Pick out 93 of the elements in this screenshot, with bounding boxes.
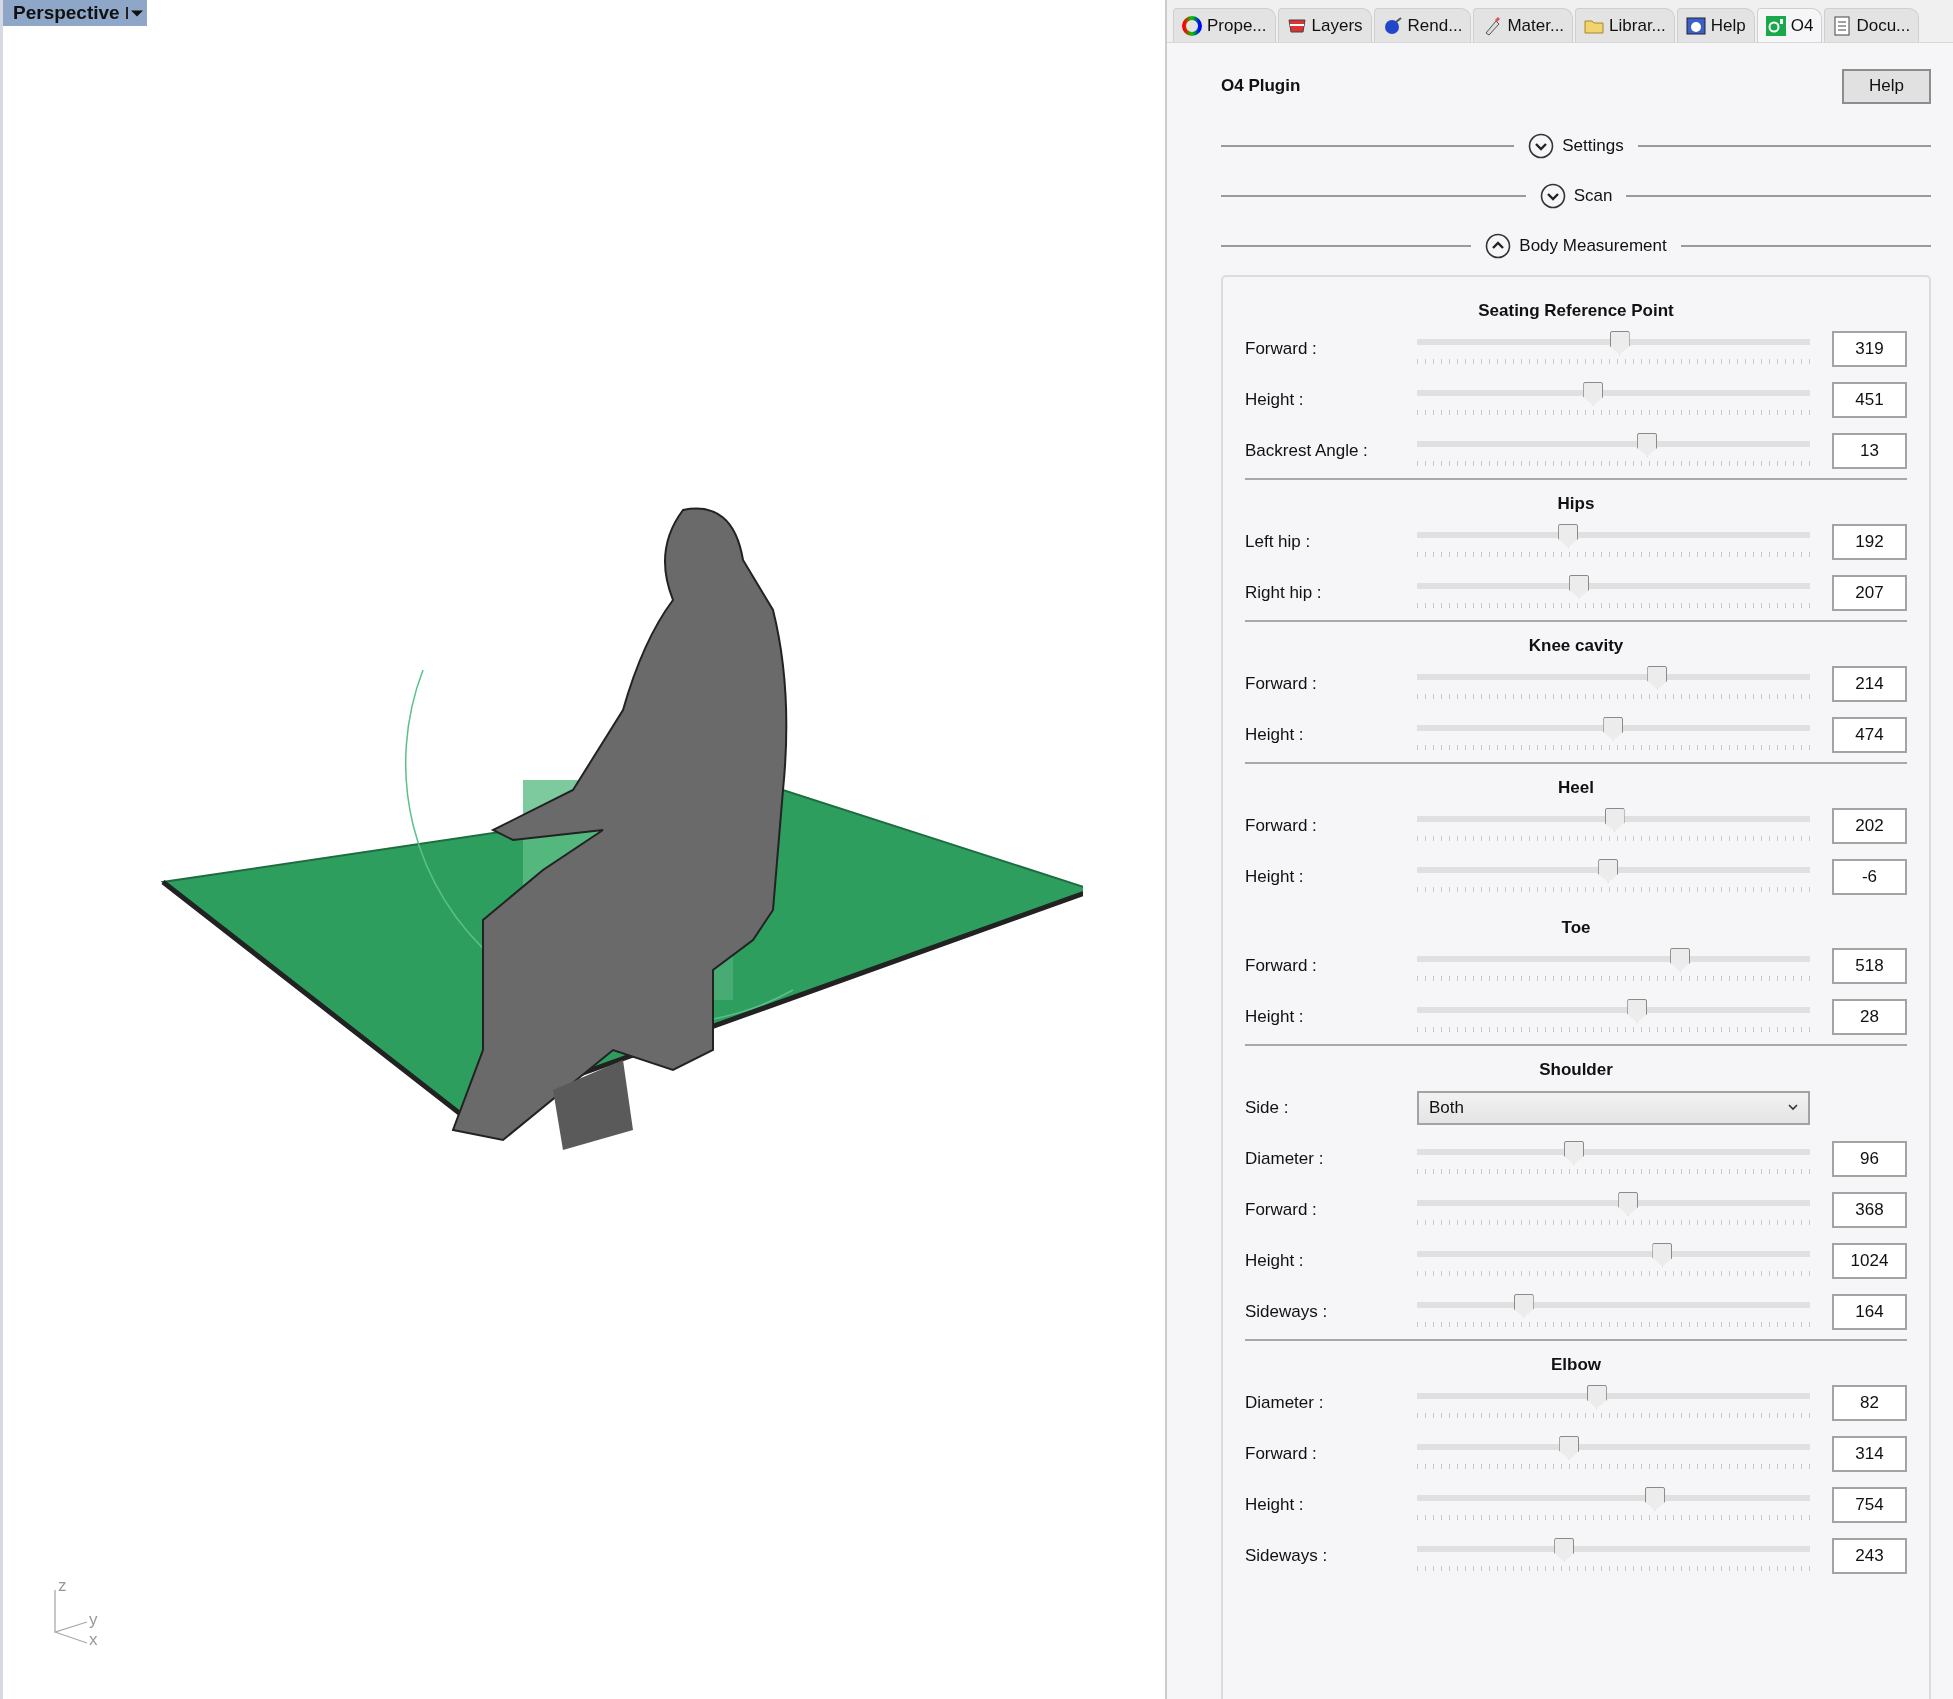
field-label: Forward : xyxy=(1245,955,1318,976)
value-field[interactable]: 207 xyxy=(1832,574,1907,611)
value-field[interactable]: 451 xyxy=(1832,381,1907,418)
field-label: Side : xyxy=(1245,1097,1290,1118)
field-label: Forward : xyxy=(1245,815,1318,836)
slider-thumb[interactable] xyxy=(1586,1384,1607,1409)
document-icon xyxy=(1833,15,1852,36)
value-field[interactable]: 96 xyxy=(1832,1140,1907,1177)
slider-thumb[interactable] xyxy=(1644,1486,1665,1511)
slider-thumb[interactable] xyxy=(1670,947,1691,972)
viewport-title-bar[interactable]: Perspective xyxy=(3,0,147,26)
axis-label: y xyxy=(89,1611,98,1628)
panel-tab[interactable]: Librar... xyxy=(1575,8,1675,42)
field-label: Sideways : xyxy=(1245,1301,1329,1322)
value-field[interactable]: 13 xyxy=(1832,432,1907,469)
section-title: Hips xyxy=(1556,493,1596,515)
value-field[interactable]: 314 xyxy=(1832,1435,1907,1472)
field-label: Height : xyxy=(1245,1494,1305,1515)
section-title: Toe xyxy=(1560,917,1592,939)
field-label: Height : xyxy=(1245,1250,1305,1271)
slider-thumb[interactable] xyxy=(1569,574,1590,599)
slider-thumb[interactable] xyxy=(1513,1293,1534,1318)
panel-tab[interactable]: Prope... xyxy=(1173,8,1276,42)
value-field[interactable]: 243 xyxy=(1832,1537,1907,1574)
slider-thumb[interactable] xyxy=(1564,1140,1584,1165)
value-field[interactable]: 319 xyxy=(1832,330,1907,367)
slider-thumb[interactable] xyxy=(1618,1191,1639,1216)
panel-tab[interactable]: Rend... xyxy=(1373,8,1472,42)
viewport-title: Perspective xyxy=(13,2,120,24)
field-label: Backrest Angle : xyxy=(1245,440,1369,461)
caret-icon xyxy=(125,7,143,19)
value-field[interactable]: 368 xyxy=(1832,1191,1907,1228)
slider-thumb[interactable] xyxy=(1652,1242,1673,1267)
side-dropdown[interactable]: Both xyxy=(1417,1090,1810,1125)
field-label: Forward : xyxy=(1245,338,1318,359)
field-label: Diameter : xyxy=(1245,1148,1325,1169)
section-title: Seating Reference Point xyxy=(1477,300,1675,322)
section-title: Elbow xyxy=(1549,1354,1603,1376)
axis-label: z xyxy=(58,1577,67,1594)
slider-thumb[interactable] xyxy=(1554,1537,1575,1562)
value-field[interactable]: 164 xyxy=(1832,1293,1907,1330)
panel-tab[interactable]: Help xyxy=(1676,8,1755,42)
value-field[interactable]: 518 xyxy=(1832,947,1907,984)
panel-tab[interactable]: Mater... xyxy=(1473,8,1574,42)
value-field[interactable]: 214 xyxy=(1832,665,1907,702)
field-label: Sideways : xyxy=(1245,1545,1329,1566)
axis-label: x xyxy=(89,1631,98,1648)
slider-thumb[interactable] xyxy=(1598,858,1619,883)
slider-thumb[interactable] xyxy=(1583,381,1604,406)
field-label: Height : xyxy=(1245,1006,1305,1027)
slider-thumb[interactable] xyxy=(1627,998,1648,1023)
collapse-icon xyxy=(1485,233,1512,259)
plugin-logo-icon xyxy=(1765,15,1786,36)
chevron-down-icon xyxy=(1788,1104,1798,1111)
field-label: Forward : xyxy=(1245,1199,1318,1220)
panel-tab[interactable]: Layers xyxy=(1277,8,1372,42)
expand-icon xyxy=(1528,133,1555,159)
section-title: Knee cavity xyxy=(1527,635,1625,657)
section-expander[interactable]: Body Measurement xyxy=(1485,233,1667,259)
field-label: Height : xyxy=(1245,389,1305,410)
field-label: Height : xyxy=(1245,724,1305,745)
section-expander[interactable]: Settings xyxy=(1528,133,1624,159)
expand-icon xyxy=(1539,183,1566,209)
section-title: Shoulder xyxy=(1538,1059,1614,1081)
slider-thumb[interactable] xyxy=(1647,665,1668,690)
value-field[interactable]: 1024 xyxy=(1832,1242,1907,1279)
value-field[interactable]: 474 xyxy=(1832,716,1907,753)
field-label: Forward : xyxy=(1245,1443,1318,1464)
slider-thumb[interactable] xyxy=(1609,330,1630,355)
value-field[interactable]: 28 xyxy=(1832,998,1907,1035)
section-expander[interactable]: Scan xyxy=(1539,183,1613,209)
sphere-icon xyxy=(1382,15,1403,36)
slider-thumb[interactable] xyxy=(1558,523,1579,548)
field-label: Diameter : xyxy=(1245,1392,1325,1413)
field-label: Left hip : xyxy=(1245,531,1312,552)
value-field[interactable]: 202 xyxy=(1832,807,1907,844)
help-button[interactable]: Help xyxy=(1842,68,1931,104)
slider-thumb[interactable] xyxy=(1604,807,1625,832)
value-field[interactable]: -6 xyxy=(1832,858,1907,895)
value-field[interactable]: 192 xyxy=(1832,523,1907,560)
slider-thumb[interactable] xyxy=(1637,432,1658,457)
field-label: Right hip : xyxy=(1245,582,1323,603)
panel-tab[interactable]: O4 xyxy=(1756,8,1823,42)
field-label: Forward : xyxy=(1245,673,1318,694)
slider-thumb[interactable] xyxy=(1603,716,1624,741)
color-wheel-icon xyxy=(1182,15,1202,36)
field-label: Height : xyxy=(1245,866,1305,887)
value-field[interactable]: 82 xyxy=(1832,1384,1907,1421)
section-title: Heel xyxy=(1557,777,1595,799)
value-field[interactable]: 754 xyxy=(1832,1486,1907,1523)
slider-thumb[interactable] xyxy=(1559,1435,1580,1460)
plugin-title: O4 Plugin xyxy=(1221,76,1301,96)
panel-tab[interactable]: Docu... xyxy=(1824,8,1920,42)
